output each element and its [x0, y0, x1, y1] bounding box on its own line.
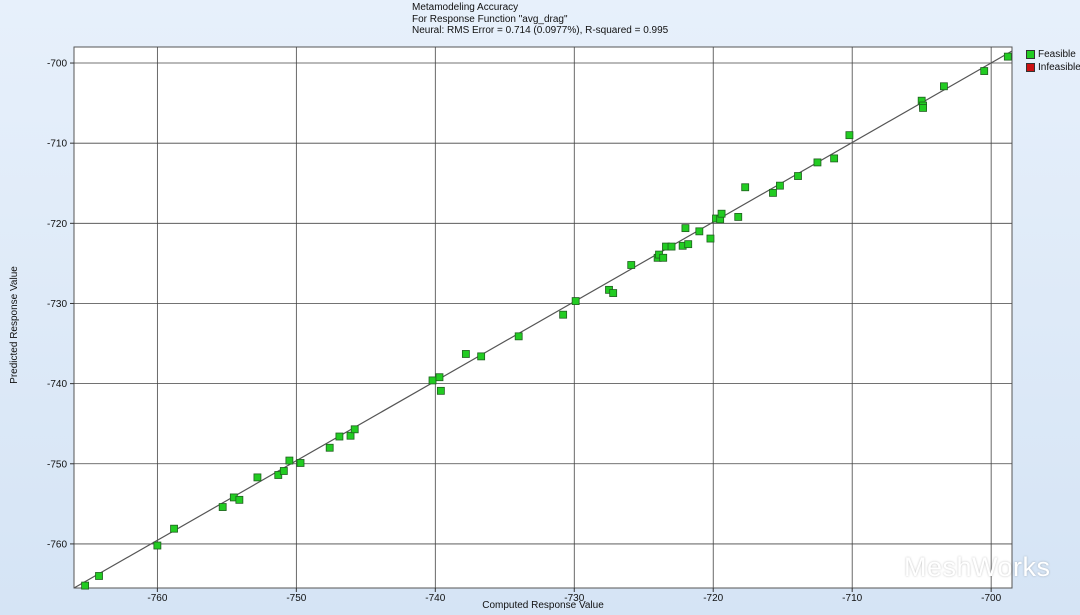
data-point-feasible [627, 261, 636, 269]
data-point-feasible [734, 213, 743, 221]
x-tick-label: -760 [147, 593, 167, 604]
x-tick-label: -720 [703, 593, 723, 604]
data-point-feasible [477, 352, 486, 361]
data-point-feasible [980, 67, 989, 75]
legend-swatch-infeasible [1026, 63, 1035, 72]
y-tick-labels: -700 -710 -720 -730 -740 -750 -760 [47, 59, 74, 550]
data-point-feasible [350, 425, 359, 434]
y-tick-label: -710 [47, 139, 67, 150]
data-point-feasible [428, 376, 437, 385]
data-point-feasible [667, 242, 676, 251]
data-point-feasible [769, 188, 777, 197]
x-tick-label: -740 [425, 593, 445, 604]
data-point-feasible [279, 467, 288, 475]
legend-label-feasible: Feasible [1038, 49, 1076, 60]
legend-swatch-feasible [1026, 50, 1035, 59]
data-point-feasible [919, 104, 927, 112]
data-point-feasible [845, 131, 854, 140]
data-point-feasible [346, 431, 355, 440]
data-point-feasible [325, 443, 334, 452]
legend: Feasible Infeasible [1026, 48, 1080, 74]
y-axis-label: Predicted Response Value [9, 266, 20, 384]
watermark-text: MeshWorks [904, 552, 1051, 582]
data-point-feasible [285, 456, 294, 465]
data-point-feasible [684, 240, 693, 249]
legend-item-infeasible: Infeasible [1026, 61, 1080, 74]
data-point-feasible [609, 289, 618, 297]
data-point-feasible [435, 373, 444, 382]
data-point-feasible [681, 224, 690, 233]
data-point-feasible [1003, 52, 1012, 61]
data-point-feasible [813, 158, 822, 167]
data-point-feasible [461, 350, 470, 358]
y-tick-label: -750 [47, 459, 67, 470]
scatter-chart: -760 -750 -740 -730 -720 -710 -700 -700 -710 -72… [9, 46, 1013, 611]
data-point-feasible [776, 181, 784, 190]
data-point-feasible [436, 386, 445, 395]
title-line-2: For Response Function "avg_drag" [412, 13, 568, 25]
legend-item-feasible: Feasible [1026, 48, 1080, 61]
x-tick-label: -750 [286, 593, 306, 604]
data-point-feasible [717, 209, 726, 218]
y-tick-label: -720 [47, 219, 67, 230]
data-point-feasible [296, 459, 305, 467]
data-point-feasible [235, 495, 244, 504]
data-point-feasible [335, 432, 344, 441]
data-point-feasible [706, 234, 715, 243]
y-tick-label: -730 [47, 299, 67, 310]
data-point-feasible [218, 503, 227, 511]
data-point-feasible [253, 473, 262, 482]
title-line-3: Neural: RMS Error = 0.714 (0.0977%), R-s… [412, 25, 669, 36]
wechat-icon [869, 556, 897, 578]
data-point-feasible [659, 253, 668, 262]
x-tick-label: -700 [981, 593, 1001, 604]
data-point-feasible [514, 332, 523, 341]
data-point-feasible [571, 297, 580, 305]
y-tick-label: -740 [47, 379, 67, 390]
data-point-feasible [170, 524, 178, 533]
watermark: MeshWorks [868, 552, 1051, 583]
title-line-1: Metamodeling Accuracy [412, 2, 519, 13]
x-tick-label: -710 [842, 593, 862, 604]
chart-title: Metamodeling Accuracy For Response Funct… [412, 2, 668, 37]
data-point-feasible [153, 541, 162, 550]
data-point-feasible [830, 154, 839, 163]
x-axis-label: Computed Response Value [482, 600, 604, 611]
data-point-feasible [794, 172, 802, 180]
y-tick-label: -700 [47, 59, 67, 70]
data-point-feasible [95, 572, 103, 580]
data-point-feasible [741, 183, 750, 192]
legend-label-infeasible: Infeasible [1038, 62, 1080, 73]
data-point-feasible [559, 310, 568, 319]
data-point-feasible [695, 227, 704, 236]
data-point-feasible [940, 82, 948, 91]
y-tick-label: -760 [47, 539, 67, 550]
data-point-feasible [81, 581, 90, 590]
